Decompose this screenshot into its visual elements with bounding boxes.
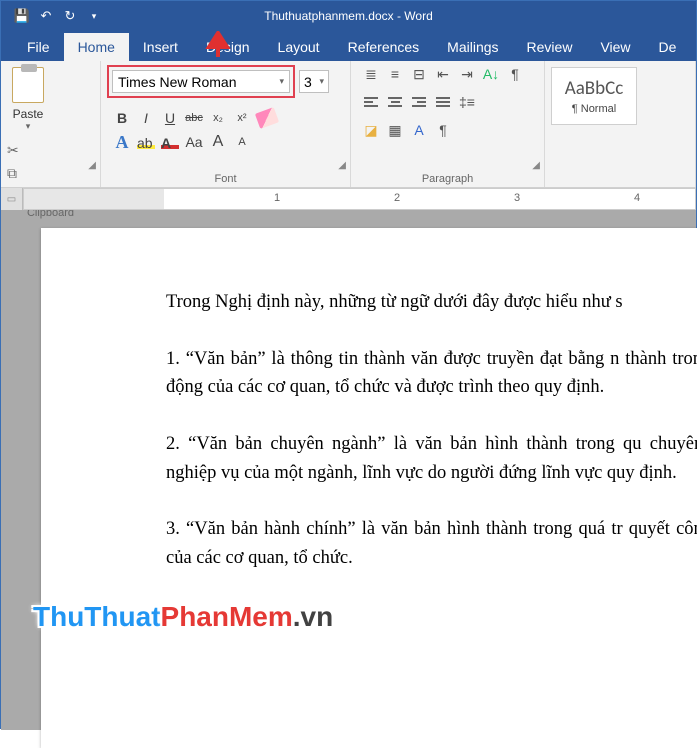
horizontal-ruler[interactable]: 1 2 3 4 (23, 188, 696, 210)
paragraph-marks-button[interactable]: ¶ (433, 121, 453, 139)
clear-formatting-button[interactable] (257, 108, 277, 128)
group-label-paragraph: Paragraph (357, 171, 538, 185)
dialog-launcher-icon[interactable]: ◢ (338, 160, 346, 171)
dialog-launcher-icon[interactable]: ◢ (88, 160, 96, 171)
group-clipboard: Paste ▾ ✂ ⧉ 🖌 Clipboard ◢ (1, 61, 101, 187)
highlight-icon: ab (137, 135, 155, 149)
subscript-button[interactable]: x₂ (209, 108, 227, 128)
group-styles: AaBbCc ¶ Normal (545, 61, 696, 187)
align-left-button[interactable] (361, 93, 381, 111)
font-size-value: 3 (304, 74, 312, 90)
sort-button[interactable]: A↓ (481, 65, 501, 83)
ruler-mark: 2 (394, 192, 400, 204)
save-icon[interactable]: 💾 (11, 5, 33, 27)
bullets-button[interactable]: ≣ (361, 65, 381, 83)
group-label-font: Font (107, 171, 344, 185)
paragraph[interactable]: 3. “Văn bản hành chính” là văn bản hình … (166, 515, 697, 572)
justify-button[interactable] (433, 93, 453, 111)
underline-button[interactable]: U (161, 108, 179, 128)
font-color-icon: A (161, 135, 179, 149)
tab-references[interactable]: References (334, 33, 434, 61)
font-color-button[interactable]: A (161, 132, 179, 152)
cut-icon[interactable]: ✂ (7, 142, 25, 159)
paragraph[interactable]: 1. “Văn bản” là thông tin thành văn được… (166, 345, 697, 402)
tab-view[interactable]: View (586, 33, 644, 61)
chevron-down-icon: ▾ (279, 76, 284, 87)
strikethrough-button[interactable]: abc (185, 108, 203, 128)
tab-developer[interactable]: De (645, 33, 691, 61)
bold-button[interactable]: B (113, 108, 131, 128)
paragraph[interactable]: 2. “Văn bản chuyên ngành” là văn bản hìn… (166, 430, 697, 487)
ribbon: Paste ▾ ✂ ⧉ 🖌 Clipboard ◢ Times New Roma… (1, 61, 696, 188)
quick-access-toolbar: 💾 ↶ ↻ ▾ (1, 5, 105, 27)
tab-home[interactable]: Home (64, 33, 129, 61)
tab-mailings[interactable]: Mailings (433, 33, 512, 61)
paste-button[interactable]: Paste ▾ (7, 65, 49, 132)
numbering-button[interactable]: ≡ (385, 65, 405, 83)
italic-button[interactable]: I (137, 108, 155, 128)
shrink-font-button[interactable]: A (233, 132, 251, 152)
highlight-button[interactable]: ab (137, 132, 155, 152)
font-name-value: Times New Roman (118, 74, 237, 90)
ribbon-tabs: File Home Insert Design Layout Reference… (1, 31, 696, 61)
style-sample: AaBbCc (565, 77, 624, 100)
font-size-combo[interactable]: 3 ▾ (299, 70, 329, 93)
redo-icon[interactable]: ↻ (59, 5, 81, 27)
font-name-combo[interactable]: Times New Roman ▾ (112, 70, 290, 93)
superscript-button[interactable]: x² (233, 108, 251, 128)
text-effects-button[interactable]: A (113, 132, 131, 152)
group-font: Times New Roman ▾ 3 ▾ B I U abc x₂ x² (101, 61, 351, 187)
multilevel-button[interactable]: ⊟ (409, 65, 429, 83)
chevron-down-icon: ▾ (319, 76, 324, 87)
tab-insert[interactable]: Insert (129, 33, 192, 61)
shading-button[interactable]: ◪ (361, 121, 381, 139)
increase-indent-button[interactable]: ⇥ (457, 65, 477, 83)
line-spacing-button[interactable]: ‡≡ (457, 93, 477, 111)
paragraph[interactable]: Trong Nghị định này, những từ ngữ dưới đ… (166, 288, 697, 317)
window-title: Thuthuatphanmem.docx - Word (264, 9, 433, 23)
align-center-button[interactable] (385, 93, 405, 111)
page[interactable]: Trong Nghị định này, những từ ngữ dưới đ… (41, 228, 697, 748)
watermark: ThuThuatPhanMem.vn (33, 601, 333, 633)
eraser-icon (255, 107, 279, 129)
show-marks-button[interactable]: ¶ (505, 65, 525, 83)
undo-icon[interactable]: ↶ (35, 5, 57, 27)
titlebar: 💾 ↶ ↻ ▾ Thuthuatphanmem.docx - Word (1, 1, 696, 31)
tab-file[interactable]: File (13, 33, 64, 61)
style-name: ¶ Normal (572, 103, 616, 115)
align-right-button[interactable] (409, 93, 429, 111)
tab-design[interactable]: Design (192, 33, 264, 61)
change-case-button[interactable]: Aa (185, 132, 203, 152)
paste-label: Paste (13, 107, 44, 121)
document-area: Trong Nghị định này, những từ ngữ dưới đ… (1, 210, 696, 730)
tab-layout[interactable]: Layout (264, 33, 334, 61)
copy-icon[interactable]: ⧉ (7, 165, 25, 182)
ruler-mark: 4 (634, 192, 640, 204)
style-normal[interactable]: AaBbCc ¶ Normal (551, 67, 637, 125)
paste-icon (12, 67, 44, 103)
ruler: ▭ 1 2 3 4 (1, 188, 696, 210)
borders-button[interactable]: ▦ (385, 121, 405, 139)
ruler-mark: 1 (274, 192, 280, 204)
sort-az-button[interactable]: A (409, 121, 429, 139)
font-name-highlight: Times New Roman ▾ (107, 65, 295, 98)
dialog-launcher-icon[interactable]: ◢ (532, 160, 540, 171)
tab-review[interactable]: Review (513, 33, 587, 61)
ruler-mark: 3 (514, 192, 520, 204)
qat-customize-icon[interactable]: ▾ (83, 5, 105, 27)
decrease-indent-button[interactable]: ⇤ (433, 65, 453, 83)
group-paragraph: ≣ ≡ ⊟ ⇤ ⇥ A↓ ¶ ‡≡ ◪ ▦ A ¶ Paragr (351, 61, 545, 187)
grow-font-button[interactable]: A (209, 132, 227, 152)
ruler-corner: ▭ (1, 188, 23, 210)
